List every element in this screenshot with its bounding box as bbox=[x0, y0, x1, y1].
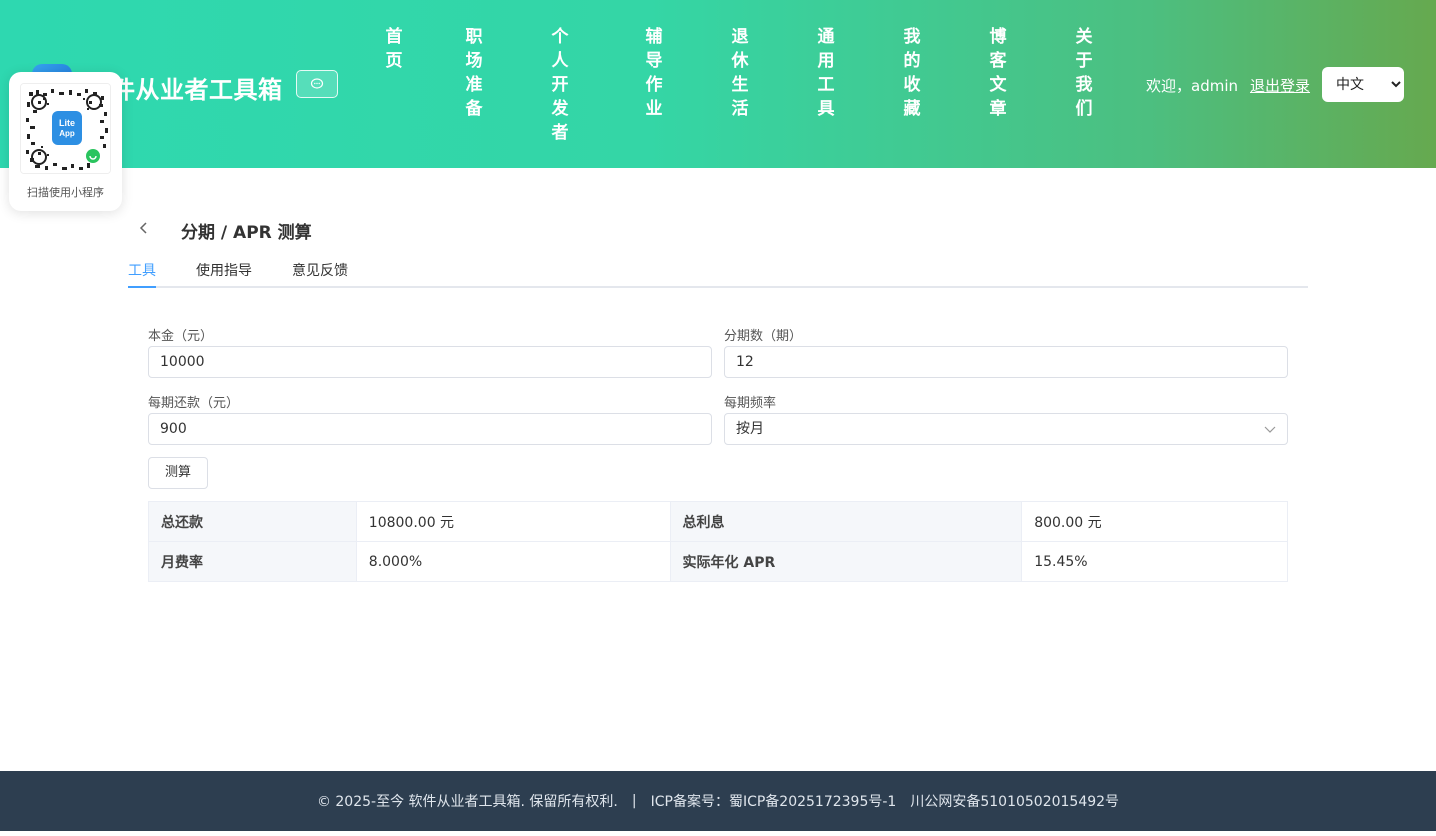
total-interest-value: 800.00 元 bbox=[1021, 501, 1288, 542]
chevron-down-icon bbox=[1264, 426, 1276, 433]
frequency-label: 每期频率 bbox=[724, 396, 777, 411]
chevron-left-icon bbox=[139, 222, 147, 234]
footer-copyright: © 2025-至今 软件从业者工具箱. 保留所有权利. bbox=[316, 794, 618, 810]
qr-code: Lite App bbox=[20, 83, 111, 174]
payment-label: 每期还款（元） bbox=[148, 396, 240, 411]
total-interest-label: 总利息 bbox=[669, 501, 1023, 542]
qr-logo-line1: Lite bbox=[59, 118, 75, 128]
logout-link[interactable]: 退出登录 bbox=[1250, 75, 1310, 96]
nav-career-prep[interactable]: 职场准备 bbox=[463, 25, 485, 121]
monthly-rate-value: 8.000% bbox=[355, 541, 671, 582]
chat-bubble-icon bbox=[310, 78, 324, 89]
periods-label: 分期数（期） bbox=[724, 329, 803, 344]
total-repay-label: 总还款 bbox=[148, 501, 357, 542]
result-table: 总还款 10800.00 元 总利息 800.00 元 月费率 8.000% 实… bbox=[148, 501, 1288, 582]
footer-icp-link[interactable]: ICP备案号：蜀ICP备2025172395号-1 bbox=[651, 791, 897, 811]
apr-label: 实际年化 APR bbox=[669, 541, 1023, 582]
calculate-button[interactable]: 测算 bbox=[148, 457, 208, 489]
nav-indie-dev[interactable]: 个人开发者 bbox=[549, 25, 571, 145]
payment-input[interactable]: 900 bbox=[148, 413, 712, 445]
chat-button[interactable] bbox=[296, 70, 338, 98]
table-row: 月费率 8.000% 实际年化 APR 15.45% bbox=[148, 541, 1288, 582]
nav-about[interactable]: 关于我们 bbox=[1073, 25, 1095, 121]
periods-input[interactable]: 12 bbox=[724, 346, 1288, 378]
qr-code-graphic: Lite App bbox=[21, 84, 110, 173]
total-repay-value: 10800.00 元 bbox=[355, 501, 671, 542]
nav-favorites[interactable]: 我的收藏 bbox=[901, 25, 923, 121]
nav-blog[interactable]: 博客文章 bbox=[987, 25, 1009, 121]
tab-guide[interactable]: 使用指导 bbox=[196, 260, 252, 288]
monthly-rate-label: 月费率 bbox=[148, 541, 357, 582]
tab-feedback[interactable]: 意见反馈 bbox=[292, 260, 348, 288]
principal-input[interactable]: 10000 bbox=[148, 346, 712, 378]
table-row: 总还款 10800.00 元 总利息 800.00 元 bbox=[148, 501, 1288, 542]
site-footer: © 2025-至今 软件从业者工具箱. 保留所有权利. | ICP备案号：蜀IC… bbox=[0, 771, 1436, 831]
tab-tool[interactable]: 工具 bbox=[128, 260, 156, 288]
welcome-text: 欢迎，admin bbox=[1146, 77, 1238, 95]
nav-retirement[interactable]: 退休生活 bbox=[729, 25, 751, 121]
nav-general-tools[interactable]: 通用工具 bbox=[815, 25, 837, 121]
mini-program-qr-card: Lite App 扫描使用小程序 bbox=[9, 72, 122, 211]
tab-bar: 工具 使用指导 意见反馈 bbox=[128, 258, 1308, 288]
page-title: 分期 / APR 测算 bbox=[181, 223, 312, 243]
principal-label: 本金（元） bbox=[148, 329, 214, 344]
apr-value: 15.45% bbox=[1021, 541, 1288, 582]
footer-police-link[interactable]: 川公网安备51010502015492号 bbox=[910, 791, 1119, 811]
qr-caption: 扫描使用小程序 bbox=[27, 186, 104, 199]
qr-logo-line2: App bbox=[59, 129, 75, 138]
frequency-select[interactable]: 按月 bbox=[724, 413, 1288, 445]
nav-home[interactable]: 首页 bbox=[383, 25, 405, 73]
frequency-value: 按月 bbox=[736, 421, 764, 437]
language-select[interactable]: 中文 bbox=[1322, 67, 1404, 102]
site-header: 件从业者工具箱 首页 职场准备 个人开发者 辅导作业 退休生活 通用工具 我的收… bbox=[0, 0, 1436, 168]
footer-separator: | bbox=[631, 793, 637, 809]
site-title[interactable]: 件从业者工具箱 bbox=[111, 70, 283, 105]
back-button[interactable] bbox=[134, 218, 154, 238]
nav-homework[interactable]: 辅导作业 bbox=[643, 25, 665, 121]
